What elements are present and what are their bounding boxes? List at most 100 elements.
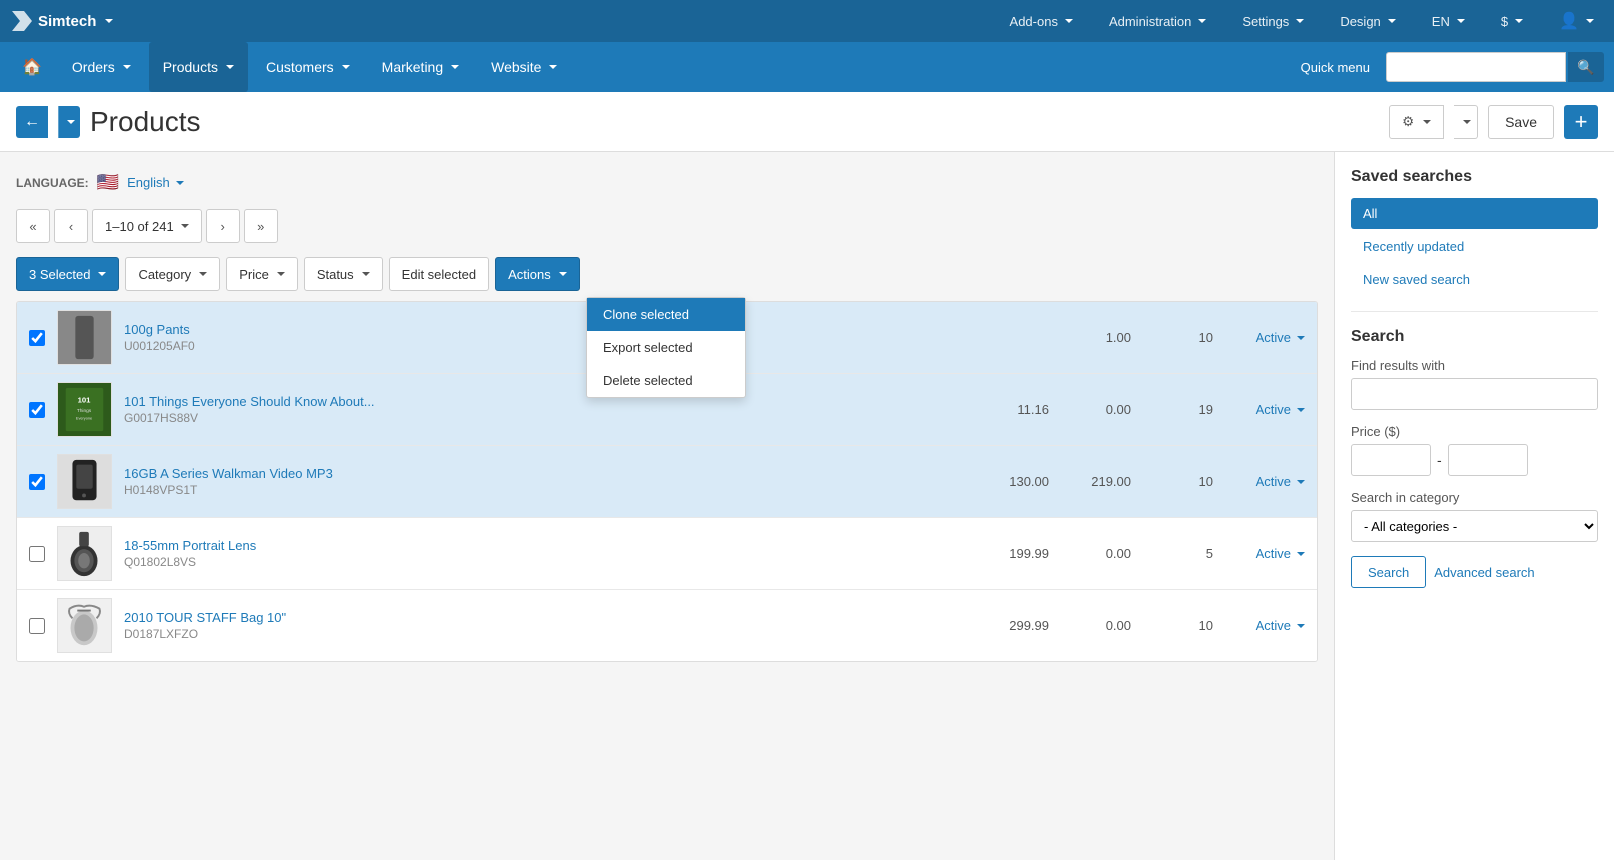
actions-button[interactable]: Actions	[495, 257, 580, 291]
status-badge[interactable]: Active	[1225, 618, 1305, 633]
page-info[interactable]: 1–10 of 241	[92, 209, 202, 243]
status-badge[interactable]: Active	[1225, 330, 1305, 345]
settings-menu[interactable]: Settings	[1234, 0, 1312, 42]
table-row: 16GB A Series Walkman Video MP3 H0148VPS…	[17, 446, 1317, 518]
last-page-button[interactable]: »	[244, 209, 278, 243]
product-name[interactable]: 2010 TOUR STAFF Bag 10"	[124, 610, 967, 625]
product-qty: 10	[1143, 618, 1213, 633]
administration-caret	[1198, 19, 1206, 23]
save-button[interactable]: Save	[1488, 105, 1554, 139]
add-button[interactable]: +	[1564, 105, 1598, 139]
gear-dropdown-button[interactable]	[1454, 105, 1478, 139]
status-badge[interactable]: Active	[1225, 474, 1305, 489]
find-results-input[interactable]	[1351, 378, 1598, 410]
status-badge[interactable]: Active	[1225, 546, 1305, 561]
price-min-input[interactable]	[1351, 444, 1431, 476]
row-checkbox[interactable]	[29, 402, 45, 418]
saved-search-recently-updated[interactable]: Recently updated	[1351, 231, 1598, 262]
saved-searches-title: Saved searches	[1351, 168, 1598, 186]
design-menu[interactable]: Design	[1332, 0, 1403, 42]
sidebar-divider	[1351, 311, 1598, 312]
brand-icon	[12, 11, 32, 31]
price-max-input[interactable]	[1448, 444, 1528, 476]
orders-caret	[123, 65, 131, 69]
category-button[interactable]: Category	[125, 257, 220, 291]
product-qty: 10	[1143, 474, 1213, 489]
products-nav[interactable]: Products	[149, 42, 248, 92]
website-nav[interactable]: Website	[477, 42, 571, 92]
product-price: 11.16	[979, 402, 1049, 417]
product-list-price: 1.00	[1061, 330, 1131, 345]
actions-label: Actions	[508, 267, 551, 282]
row-checkbox[interactable]	[29, 330, 45, 346]
toolbar: 3 Selected Category Price Status Edit se…	[16, 257, 1318, 291]
saved-search-new[interactable]: New saved search	[1351, 264, 1598, 295]
sidebar: Saved searches All Recently updated New …	[1334, 152, 1614, 860]
marketing-nav[interactable]: Marketing	[368, 42, 473, 92]
product-name[interactable]: 100g Pants	[124, 322, 967, 337]
status-button[interactable]: Status	[304, 257, 383, 291]
status-label: Status	[317, 267, 354, 282]
row-checkbox[interactable]	[29, 618, 45, 634]
gear-button[interactable]: ⚙	[1389, 105, 1444, 139]
customers-caret	[342, 65, 350, 69]
status-badge[interactable]: Active	[1225, 402, 1305, 417]
delete-selected-item[interactable]: Delete selected	[587, 364, 745, 397]
user-menu[interactable]: 👤	[1551, 0, 1602, 42]
product-code: Q01802L8VS	[124, 555, 967, 569]
back-dropdown-button[interactable]	[58, 106, 80, 138]
product-name[interactable]: 16GB A Series Walkman Video MP3	[124, 466, 967, 481]
next-page-button[interactable]: ›	[206, 209, 240, 243]
svg-text:Everyone: Everyone	[76, 417, 92, 421]
export-selected-item[interactable]: Export selected	[587, 331, 745, 364]
orders-nav[interactable]: Orders	[58, 42, 145, 92]
price-group: Price ($) -	[1351, 424, 1598, 476]
administration-menu[interactable]: Administration	[1101, 0, 1214, 42]
user-caret	[1586, 19, 1594, 23]
product-info: 16GB A Series Walkman Video MP3 H0148VPS…	[124, 466, 967, 497]
quick-menu-link[interactable]: Quick menu	[1289, 60, 1382, 75]
category-caret	[199, 272, 207, 276]
row-checkbox[interactable]	[29, 546, 45, 562]
product-status: Active	[1225, 546, 1305, 561]
price-range-separator: -	[1437, 452, 1442, 468]
brand[interactable]: Simtech	[12, 11, 113, 31]
addons-menu[interactable]: Add-ons	[1002, 0, 1081, 42]
row-checkbox[interactable]	[29, 474, 45, 490]
search-input[interactable]	[1386, 52, 1566, 82]
selected-caret	[98, 272, 106, 276]
search-button[interactable]: 🔍	[1568, 52, 1604, 82]
price-button[interactable]: Price	[226, 257, 298, 291]
back-dropdown-caret	[67, 120, 75, 124]
clone-selected-item[interactable]: Clone selected	[587, 298, 745, 331]
page-header: ← Products ⚙ Save +	[0, 92, 1614, 152]
edit-selected-label: Edit selected	[402, 267, 476, 282]
language-menu[interactable]: EN	[1424, 0, 1473, 42]
language-link[interactable]: English	[127, 175, 184, 190]
settings-caret	[1296, 19, 1304, 23]
advanced-search-button[interactable]: Advanced search	[1434, 556, 1534, 588]
product-list-price: 219.00	[1061, 474, 1131, 489]
category-label: Category	[138, 267, 191, 282]
search-button[interactable]: Search	[1351, 556, 1426, 588]
product-list-price: 0.00	[1061, 618, 1131, 633]
selected-button[interactable]: 3 Selected	[16, 257, 119, 291]
product-status: Active	[1225, 474, 1305, 489]
product-name[interactable]: 18-55mm Portrait Lens	[124, 538, 967, 553]
saved-search-all[interactable]: All	[1351, 198, 1598, 229]
edit-selected-button[interactable]: Edit selected	[389, 257, 489, 291]
home-button[interactable]: 🏠	[10, 49, 54, 85]
product-info: 100g Pants U001205AF0	[124, 322, 967, 353]
product-name[interactable]: 101 Things Everyone Should Know About...	[124, 394, 967, 409]
customers-nav[interactable]: Customers	[252, 42, 364, 92]
back-button[interactable]: ←	[16, 106, 48, 138]
currency-menu[interactable]: $	[1493, 0, 1531, 42]
search-section-title: Search	[1351, 328, 1598, 346]
svg-text:101: 101	[78, 395, 92, 404]
product-qty: 5	[1143, 546, 1213, 561]
first-page-button[interactable]: «	[16, 209, 50, 243]
product-info: 101 Things Everyone Should Know About...…	[124, 394, 967, 425]
category-select[interactable]: - All categories -	[1351, 510, 1598, 542]
search-section: Search Find results with Price ($) - Sea…	[1351, 328, 1598, 588]
prev-page-button[interactable]: ‹	[54, 209, 88, 243]
